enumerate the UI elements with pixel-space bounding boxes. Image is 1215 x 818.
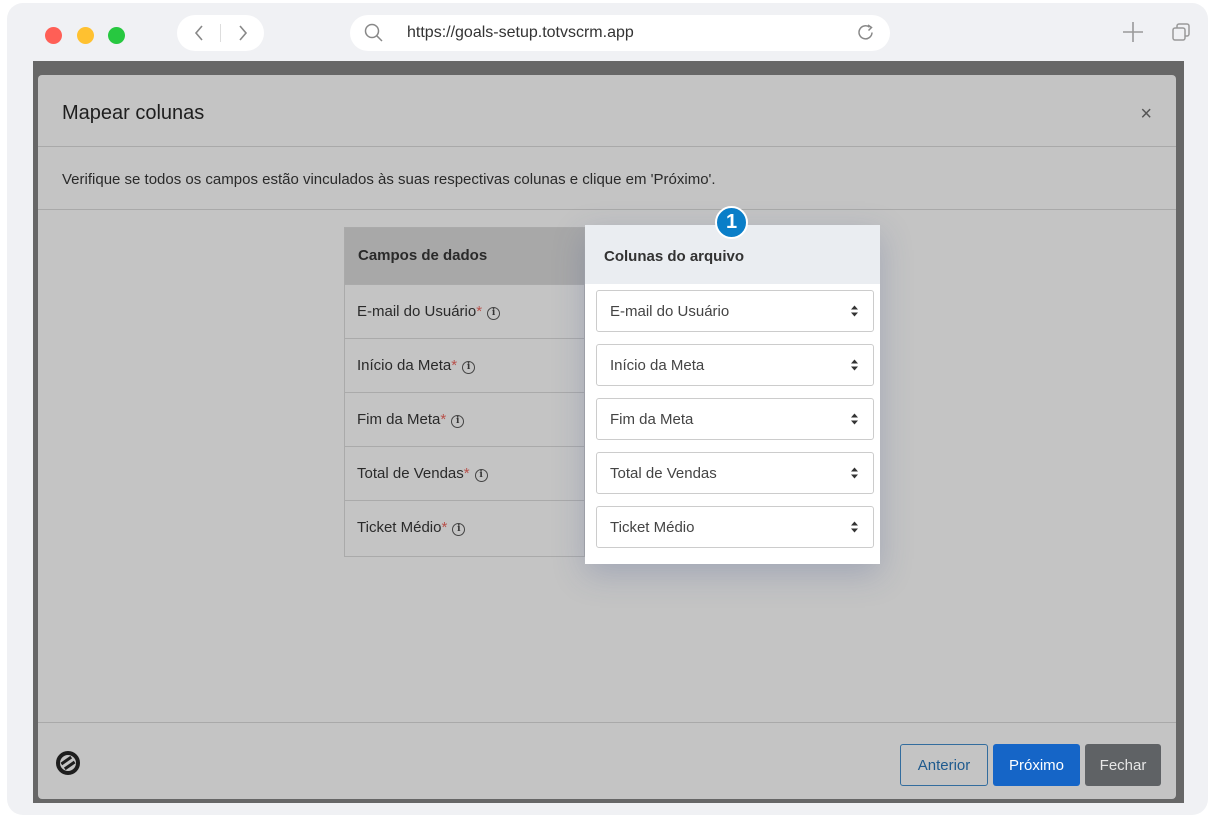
column-select[interactable]: Total de Vendas	[596, 452, 874, 494]
field-label: Ticket Médio* i	[357, 519, 466, 536]
nav-buttons	[177, 15, 264, 51]
field-label: Fim da Meta* i	[357, 411, 465, 428]
column-select[interactable]: Início da Meta	[596, 344, 874, 386]
browser-toolbar: https://goals-setup.totvscrm.app	[7, 3, 1208, 65]
info-icon[interactable]: i	[462, 361, 476, 374]
column-select[interactable]: Fim da Meta	[596, 398, 874, 440]
field-label: Início da Meta* i	[357, 357, 476, 374]
info-icon[interactable]: i	[487, 307, 501, 320]
fields-header-label: Campos de dados	[358, 247, 488, 264]
info-icon[interactable]: i	[452, 523, 466, 536]
step-badge: 1	[715, 206, 748, 239]
close-icon[interactable]: ×	[1140, 104, 1152, 124]
table-row: Fim da Meta* i	[345, 392, 584, 446]
select-value: Total de Vendas	[610, 465, 717, 482]
next-button[interactable]: Próximo	[993, 744, 1080, 786]
window-maximize-dot[interactable]	[108, 27, 125, 44]
chevron-right-icon	[238, 25, 247, 41]
window-minimize-dot[interactable]	[77, 27, 94, 44]
required-marker: *	[463, 465, 470, 482]
table-row: Ticket Médio* i	[345, 500, 584, 554]
required-marker: *	[441, 519, 448, 536]
plus-icon[interactable]	[1121, 20, 1145, 44]
info-icon[interactable]: i	[451, 415, 465, 428]
required-marker: *	[451, 357, 458, 374]
search-icon	[364, 23, 383, 42]
totvs-logo-icon	[56, 751, 80, 775]
required-marker: *	[476, 303, 483, 320]
url-text: https://goals-setup.totvscrm.app	[407, 24, 634, 41]
sort-caret-icon	[851, 413, 858, 425]
fields-header: Campos de dados	[345, 228, 584, 284]
previous-button[interactable]: Anterior	[900, 744, 988, 786]
sort-caret-icon	[851, 359, 858, 371]
back-button[interactable]	[177, 15, 220, 51]
select-value: Fim da Meta	[610, 411, 694, 428]
column-select[interactable]: E-mail do Usuário	[596, 290, 874, 332]
modal-title: Mapear colunas	[62, 102, 205, 124]
forward-button[interactable]	[221, 15, 264, 51]
tabs-icon[interactable]	[1171, 22, 1191, 42]
mapping-table: Campos de dados E-mail do Usuário* i Iníc…	[344, 227, 585, 557]
column-select[interactable]: Ticket Médio	[596, 506, 874, 548]
table-row: Total de Vendas* i	[345, 446, 584, 500]
instruction-divider	[38, 209, 1176, 210]
info-icon[interactable]: i	[474, 469, 488, 482]
table-row: Início da Meta* i	[345, 338, 584, 392]
table-row: E-mail do Usuário* i	[345, 284, 584, 338]
select-value: E-mail do Usuário	[610, 303, 730, 320]
field-label: E-mail do Usuário* i	[357, 303, 501, 320]
reload-icon[interactable]	[856, 23, 876, 43]
sort-caret-icon	[851, 467, 858, 479]
address-bar[interactable]: https://goals-setup.totvscrm.app	[350, 15, 890, 51]
footer-divider	[38, 722, 1176, 723]
columns-header-label: Colunas do arquivo	[604, 248, 745, 265]
chevron-left-icon	[194, 25, 203, 41]
select-value: Início da Meta	[610, 357, 705, 374]
close-button[interactable]: Fechar	[1085, 744, 1161, 786]
file-columns-highlight: Colunas do arquivo 1 E-mail do Usuário I…	[585, 206, 880, 564]
header-divider	[38, 146, 1176, 147]
field-label: Total de Vendas* i	[357, 465, 488, 482]
sort-caret-icon	[851, 305, 858, 317]
required-marker: *	[440, 411, 447, 428]
instruction-text: Verifique se todos os campos estão vincu…	[62, 171, 716, 188]
select-value: Ticket Médio	[610, 519, 695, 536]
window-close-dot[interactable]	[45, 27, 62, 44]
sort-caret-icon	[851, 521, 858, 533]
